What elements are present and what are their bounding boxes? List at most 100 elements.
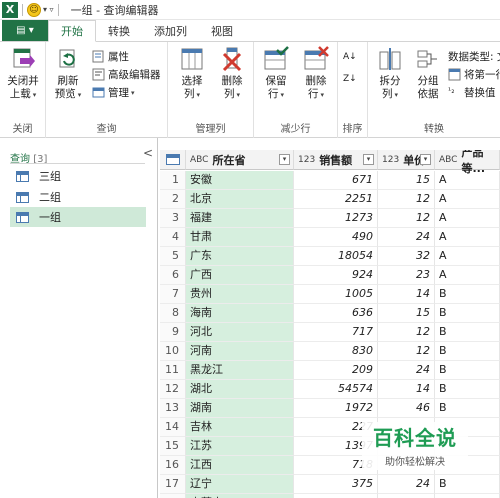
tab-add-column[interactable]: 添加列	[142, 20, 199, 41]
tab-view[interactable]: 视图	[199, 20, 245, 41]
cell-grade[interactable]: B	[435, 475, 500, 494]
cell-sales[interactable]: 2251	[294, 190, 378, 209]
row-number[interactable]: 11	[160, 361, 186, 380]
cell-grade[interactable]: B	[435, 304, 500, 323]
query-item-group2[interactable]: 二组	[10, 187, 146, 207]
cell-province[interactable]: 江西	[186, 456, 294, 475]
excel-logo-icon[interactable]: X	[2, 1, 18, 18]
row-number[interactable]: 16	[160, 456, 186, 475]
cell-province[interactable]: 广西	[186, 266, 294, 285]
replace-values-button[interactable]: ¹₂ 替换值	[448, 84, 496, 101]
type-icon[interactable]: ABC	[439, 155, 457, 165]
row-number[interactable]: 5	[160, 247, 186, 266]
cell-price[interactable]: 15	[378, 304, 435, 323]
table-row[interactable]: 12 湖北 54574 14 B	[160, 380, 500, 399]
smiley-feedback-icon[interactable]: ☺	[27, 2, 41, 17]
cell-province[interactable]: 甘肃	[186, 228, 294, 247]
quick-access-dropdown-icon[interactable]: ▾ ▿	[43, 5, 54, 14]
query-item-group3[interactable]: 三组	[10, 166, 146, 186]
row-number[interactable]: 2	[160, 190, 186, 209]
cell-grade[interactable]: A	[435, 266, 500, 285]
cell-price[interactable]: 12	[378, 323, 435, 342]
filter-dropdown-icon[interactable]: ▾	[420, 154, 431, 165]
table-row[interactable]: 10 河南 830 12 B	[160, 342, 500, 361]
cell-sales[interactable]: 671	[294, 171, 378, 190]
cell-province[interactable]: 河北	[186, 323, 294, 342]
cell-province[interactable]: 河南	[186, 342, 294, 361]
table-row[interactable]: 18内蒙古25214B	[160, 494, 500, 498]
row-number[interactable]: 10	[160, 342, 186, 361]
row-number[interactable]: 6	[160, 266, 186, 285]
cell-sales[interactable]: 717	[294, 323, 378, 342]
collapse-pane-icon[interactable]: <	[143, 146, 153, 160]
cell-grade[interactable]: B	[435, 361, 500, 380]
keep-rows-button[interactable]: 保留 行 ▾	[256, 46, 296, 102]
cell-sales[interactable]: 1273	[294, 209, 378, 228]
cell-sales[interactable]: 490	[294, 228, 378, 247]
data-type-dropdown[interactable]: 数据类型: 文	[448, 48, 500, 65]
table-row[interactable]: 17 辽宁 375 24 B	[160, 475, 500, 494]
column-header-grade[interactable]: ABC 产品等...	[435, 150, 500, 175]
cell-sales[interactable]: 18054	[294, 247, 378, 266]
cell-price[interactable]: 24	[378, 475, 435, 494]
cell-sales[interactable]: 1005	[294, 285, 378, 304]
cell-grade[interactable]: B	[435, 342, 500, 361]
type-icon[interactable]: ABC	[190, 155, 208, 165]
refresh-preview-button[interactable]: 刷新 预览 ▾	[48, 46, 88, 102]
cell-price[interactable]: 12	[378, 209, 435, 228]
cell-sales[interactable]: 375	[294, 475, 378, 494]
table-row[interactable]: 8 海南 636 15 B	[160, 304, 500, 323]
cell-province[interactable]: 福建	[186, 209, 294, 228]
cell-grade[interactable]: A	[435, 228, 500, 247]
cell-province[interactable]: 贵州	[186, 285, 294, 304]
row-number[interactable]: 17	[160, 475, 186, 494]
sort-descending-button[interactable]: Z↓	[343, 70, 357, 87]
table-row[interactable]: 7 贵州 1005 14 B	[160, 285, 500, 304]
row-number[interactable]: 3	[160, 209, 186, 228]
table-row[interactable]: 9 河北 717 12 B	[160, 323, 500, 342]
row-number[interactable]: 7	[160, 285, 186, 304]
cell-grade[interactable]: A	[435, 171, 500, 190]
close-and-load-button[interactable]: 关闭并 上载 ▾	[3, 46, 43, 102]
row-number[interactable]: 15	[160, 437, 186, 456]
cell-province[interactable]: 湖北	[186, 380, 294, 399]
row-number[interactable]: 12	[160, 380, 186, 399]
column-header-price[interactable]: 123 单价 ▾	[378, 150, 435, 170]
table-row[interactable]: 2 北京 2251 12 A	[160, 190, 500, 209]
row-number[interactable]: 4	[160, 228, 186, 247]
query-item-group1[interactable]: 一组	[10, 207, 146, 227]
cell-sales[interactable]: 209	[294, 361, 378, 380]
cell-price[interactable]: 24	[378, 228, 435, 247]
column-header-province[interactable]: ABC 所在省 ▾	[186, 150, 294, 170]
remove-columns-button[interactable]: 删除 列 ▾	[212, 46, 252, 102]
cell-price[interactable]: 12	[378, 190, 435, 209]
cell-price[interactable]: 24	[378, 361, 435, 380]
file-menu-button[interactable]: ▤ ▾	[2, 20, 48, 41]
cell-sales[interactable]: 252	[294, 494, 378, 498]
cell-grade[interactable]: B	[435, 380, 500, 399]
table-row[interactable]: 1 安徽 671 15 A	[160, 171, 500, 190]
cell-price[interactable]: 14	[378, 380, 435, 399]
row-number[interactable]: 1	[160, 171, 186, 190]
row-number[interactable]: 9	[160, 323, 186, 342]
table-row[interactable]: 11 黑龙江 209 24 B	[160, 361, 500, 380]
cell-grade[interactable]: A	[435, 190, 500, 209]
cell-grade[interactable]: B	[435, 285, 500, 304]
use-first-row-button[interactable]: 将第一行	[448, 66, 500, 83]
cell-province[interactable]: 安徽	[186, 171, 294, 190]
cell-sales[interactable]: 636	[294, 304, 378, 323]
cell-price[interactable]: 23	[378, 266, 435, 285]
row-number[interactable]: 13	[160, 399, 186, 418]
cell-province[interactable]: 湖南	[186, 399, 294, 418]
choose-columns-button[interactable]: 选择 列 ▾	[172, 46, 212, 102]
properties-button[interactable]: 属性	[92, 48, 129, 65]
cell-province[interactable]: 海南	[186, 304, 294, 323]
table-row[interactable]: 3 福建 1273 12 A	[160, 209, 500, 228]
split-column-button[interactable]: 拆分 列 ▾	[370, 46, 410, 102]
cell-sales[interactable]: 924	[294, 266, 378, 285]
manage-button[interactable]: 管理 ▾	[92, 84, 135, 101]
cell-province[interactable]: 江苏	[186, 437, 294, 456]
cell-grade[interactable]: B	[435, 323, 500, 342]
remove-rows-button[interactable]: 删除 行 ▾	[296, 46, 336, 102]
cell-grade[interactable]: B	[435, 399, 500, 418]
